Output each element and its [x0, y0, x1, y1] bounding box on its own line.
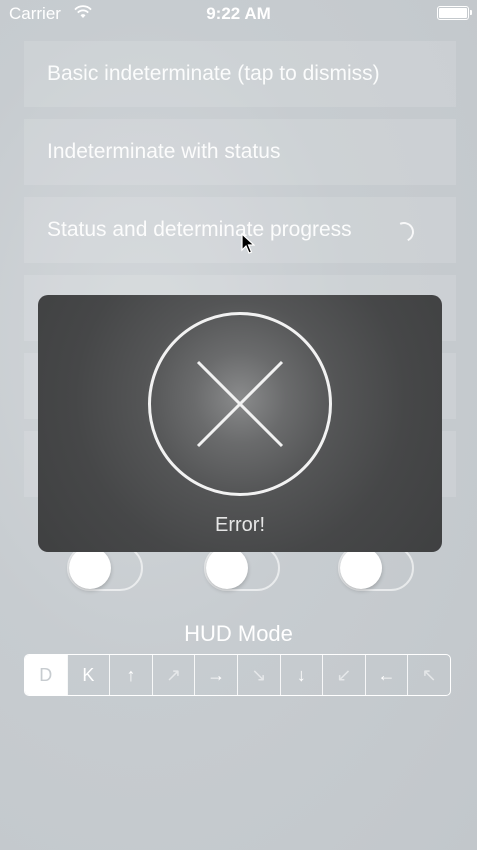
- menu-row-label: Indeterminate with status: [47, 140, 281, 163]
- activity-spinner-icon: [391, 219, 417, 245]
- error-hud[interactable]: Error!: [38, 295, 442, 552]
- segment-arrow-down[interactable]: ↓: [279, 655, 323, 695]
- toggle-knob: [206, 547, 248, 589]
- segment-arrow-up-right[interactable]: ↗: [151, 655, 195, 695]
- hud-mode-segmented-control[interactable]: D K ↑ ↗ → ↘ ↓ ↙ ← ↖: [24, 654, 451, 696]
- menu-row-determinate-progress[interactable]: Status and determinate progress: [24, 197, 456, 263]
- toggle-knob: [340, 547, 382, 589]
- menu-row-label: Status and determinate progress: [47, 218, 352, 241]
- segment-arrow-right[interactable]: →: [194, 655, 237, 695]
- segment-arrow-down-right[interactable]: ↘: [236, 655, 280, 695]
- status-bar: Carrier 9:22 AM: [0, 0, 477, 28]
- segment-arrow-up[interactable]: ↑: [109, 655, 152, 695]
- segment-arrow-left[interactable]: ←: [364, 655, 408, 695]
- error-x-icon: [196, 360, 284, 448]
- segment-arrow-down-left[interactable]: ↙: [322, 655, 365, 695]
- battery-icon: [437, 6, 472, 20]
- hud-status-text: Error!: [215, 514, 265, 536]
- segment-k[interactable]: K: [66, 655, 110, 695]
- mouse-cursor-icon: [241, 233, 255, 254]
- segment-arrow-up-left[interactable]: ↖: [407, 655, 450, 695]
- menu-row-indeterminate-status[interactable]: Indeterminate with status: [24, 119, 456, 185]
- menu-row-label: Basic indeterminate (tap to dismiss): [47, 62, 380, 85]
- clock: 9:22 AM: [206, 4, 271, 23]
- segment-d[interactable]: D: [25, 655, 67, 695]
- menu-row-basic-indeterminate[interactable]: Basic indeterminate (tap to dismiss): [24, 41, 456, 107]
- toggle-knob: [69, 547, 111, 589]
- hud-mode-title: HUD Mode: [184, 621, 293, 646]
